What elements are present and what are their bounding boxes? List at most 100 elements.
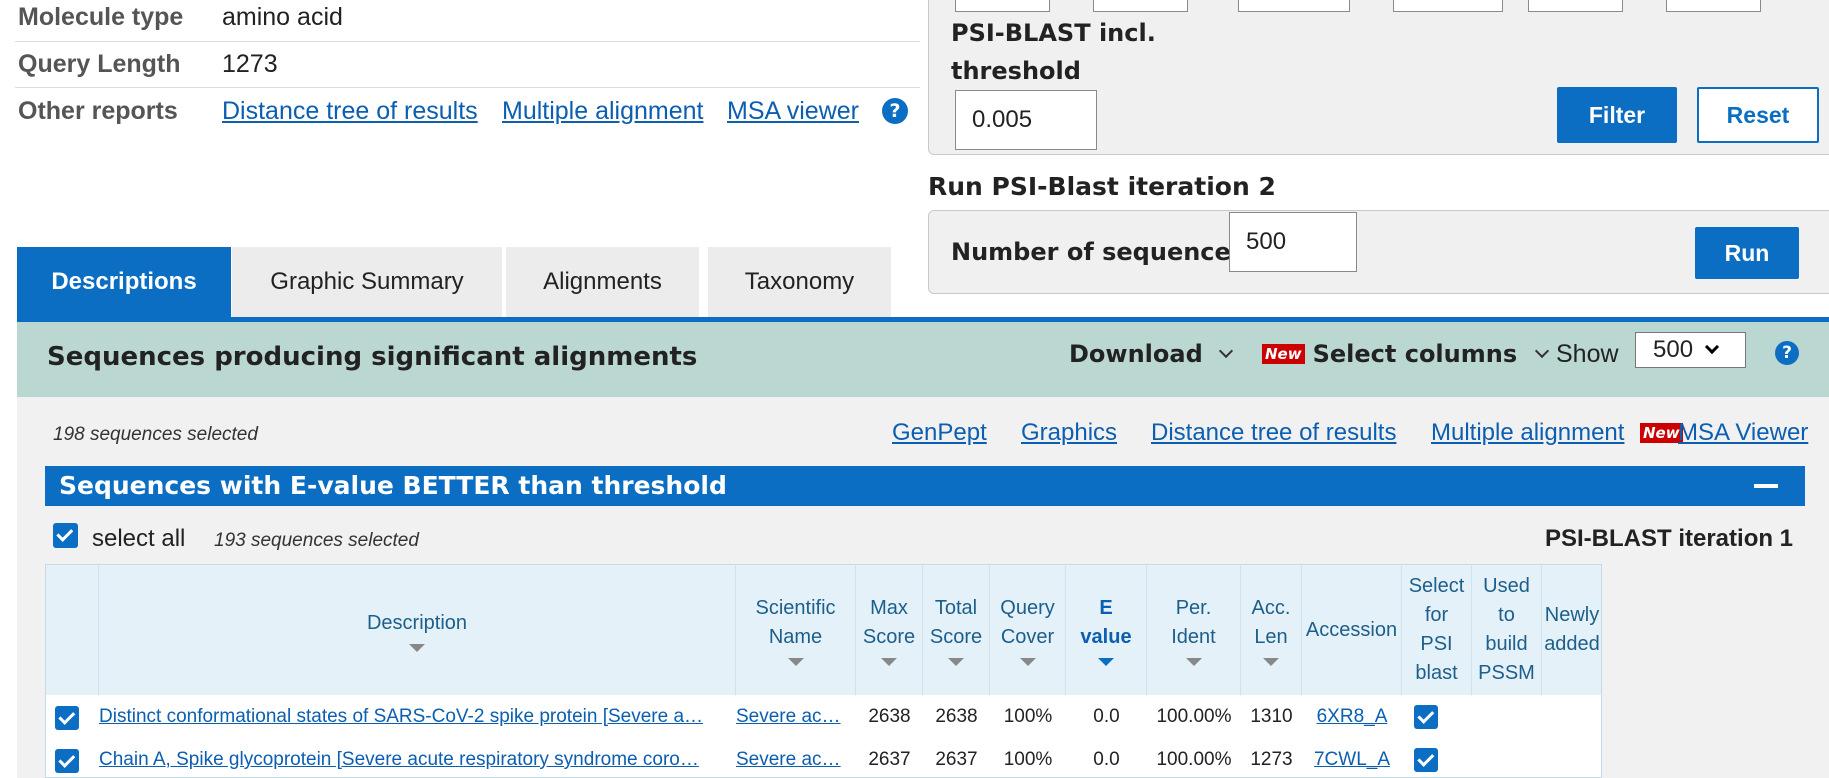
header-label: Query [1000,597,1055,619]
header-description[interactable]: Description [99,565,736,695]
header-label: Name [768,626,823,648]
row-e-value: 0.0 [1093,749,1120,770]
iteration-label: PSI-BLAST iteration 1 [1545,525,1794,552]
row-psi-checkbox[interactable] [1414,748,1438,772]
header-label: Newly [1544,604,1600,626]
report-link-multiple-alignment[interactable]: Multiple alignment [502,97,704,126]
header-label: Accession [1305,618,1398,641]
psi-threshold-label-line2: threshold [951,57,1081,85]
molecule-type-value: amino acid [222,3,343,31]
sort-icon [881,658,897,666]
header-e-value[interactable]: E value [1066,565,1147,695]
psi-threshold-input[interactable]: 0.005 [955,90,1097,150]
select-all-checkbox[interactable] [53,523,78,548]
row-e-value: 0.0 [1093,706,1120,727]
other-reports-label: Other reports [18,97,178,125]
sort-icon [409,643,425,652]
row-max-score: 2637 [868,749,911,770]
results-title: Sequences producing significant alignmen… [47,342,698,372]
row-acc-len: 1273 [1250,749,1293,770]
show-select[interactable]: 500 [1635,332,1746,368]
tab-taxonomy[interactable]: Taxonomy [708,247,891,317]
row-psi-checkbox[interactable] [1414,705,1438,729]
header-query-cover[interactable]: Query Cover [990,565,1066,695]
header-label: build [1485,633,1528,655]
header-description-label: Description [366,611,468,634]
header-label: Ident [1171,626,1216,648]
row-scientific-name[interactable]: Severe ac… [736,749,853,771]
row-accession[interactable]: 7CWL_A [1302,749,1402,771]
table-row: Chain A, Spike glycoprotein [Severe acut… [46,738,1601,778]
query-length-label: Query Length [18,50,181,78]
header-accession: Accession [1302,565,1402,695]
filter-input-partial[interactable] [955,0,1050,12]
download-menu[interactable]: Download [1069,340,1233,368]
header-acc-len[interactable]: Acc. Len [1241,565,1302,695]
header-label: added [1544,633,1600,655]
sort-icon [1185,658,1202,666]
header-label: PSI [1420,633,1453,655]
filter-input-partial[interactable] [1093,0,1188,12]
tab-alignments[interactable]: Alignments [506,247,699,317]
header-label: Select [1408,575,1465,597]
select-all-label: select all [92,525,186,552]
download-label: Download [1069,340,1203,368]
reset-button[interactable]: Reset [1697,87,1819,143]
selected-count: 198 sequences selected [53,424,258,445]
row-total-score: 2637 [935,749,978,770]
select-columns-label: Select columns [1312,340,1518,368]
distance-tree-link[interactable]: Distance tree of results [1151,419,1396,447]
sort-icon [1263,658,1279,666]
row-description[interactable]: Distinct conformational states of SARS-C… [99,706,731,728]
select-columns-menu[interactable]: New Select columns [1262,340,1550,368]
header-label: to [1498,604,1515,626]
filter-input-partial[interactable] [1528,0,1623,12]
header-per-ident[interactable]: Per. Ident [1147,565,1241,695]
tab-descriptions[interactable]: Descriptions [17,247,231,317]
report-link-msa-viewer[interactable]: MSA viewer [727,97,859,126]
sort-icon [1019,658,1036,666]
row-scientific-name[interactable]: Severe ac… [736,706,853,728]
help-icon[interactable]: ? [1775,341,1799,365]
chevron-down-icon [1535,343,1550,359]
header-select [46,565,99,695]
divider [15,41,920,42]
row-accession[interactable]: 6XR8_A [1302,706,1402,728]
row-checkbox[interactable] [55,706,79,730]
msa-viewer-link[interactable]: MSA Viewer [1678,419,1808,447]
header-label: Score [862,626,916,648]
header-total-score[interactable]: Total Score [923,565,990,695]
genpept-link[interactable]: GenPept [892,419,987,447]
row-query-cover: 100% [1003,706,1053,727]
row-checkbox[interactable] [55,749,79,773]
filter-input-partial[interactable] [1393,0,1503,12]
minus-icon[interactable] [1754,484,1778,488]
run-iteration-title: Run PSI-Blast iteration 2 [928,172,1276,201]
help-icon[interactable]: ? [882,98,908,124]
molecule-type-label: Molecule type [18,3,184,31]
filter-button[interactable]: Filter [1557,87,1677,143]
run-button[interactable]: Run [1695,227,1799,279]
divider [15,87,920,88]
filter-input-partial[interactable] [1666,0,1761,12]
row-max-score: 2638 [868,706,911,727]
header-scientific-name[interactable]: Scientific Name [736,565,856,695]
filter-input-partial[interactable] [1238,0,1350,12]
header-label: Len [1254,626,1288,648]
row-total-score: 2638 [935,706,978,727]
tab-graphic-summary[interactable]: Graphic Summary [232,247,502,317]
row-per-ident: 100.00% [1156,706,1232,727]
query-length-value: 1273 [222,50,278,78]
results-table: Description Scientific Name Max Score To… [45,564,1602,778]
header-max-score[interactable]: Max Score [856,565,923,695]
row-query-cover: 100% [1003,749,1053,770]
num-sequences-label: Number of sequences [951,238,1246,266]
multiple-alignment-link[interactable]: Multiple alignment [1431,419,1624,447]
num-sequences-input[interactable]: 500 [1229,212,1357,272]
row-description[interactable]: Chain A, Spike glycoprotein [Severe acut… [99,749,731,771]
header-label: Acc. [1251,597,1291,619]
graphics-link[interactable]: Graphics [1021,419,1117,447]
report-link-distance-tree[interactable]: Distance tree of results [222,97,478,126]
psi-threshold-label: PSI-BLAST incl. threshold [951,14,1156,90]
chevron-down-icon [1704,339,1720,355]
